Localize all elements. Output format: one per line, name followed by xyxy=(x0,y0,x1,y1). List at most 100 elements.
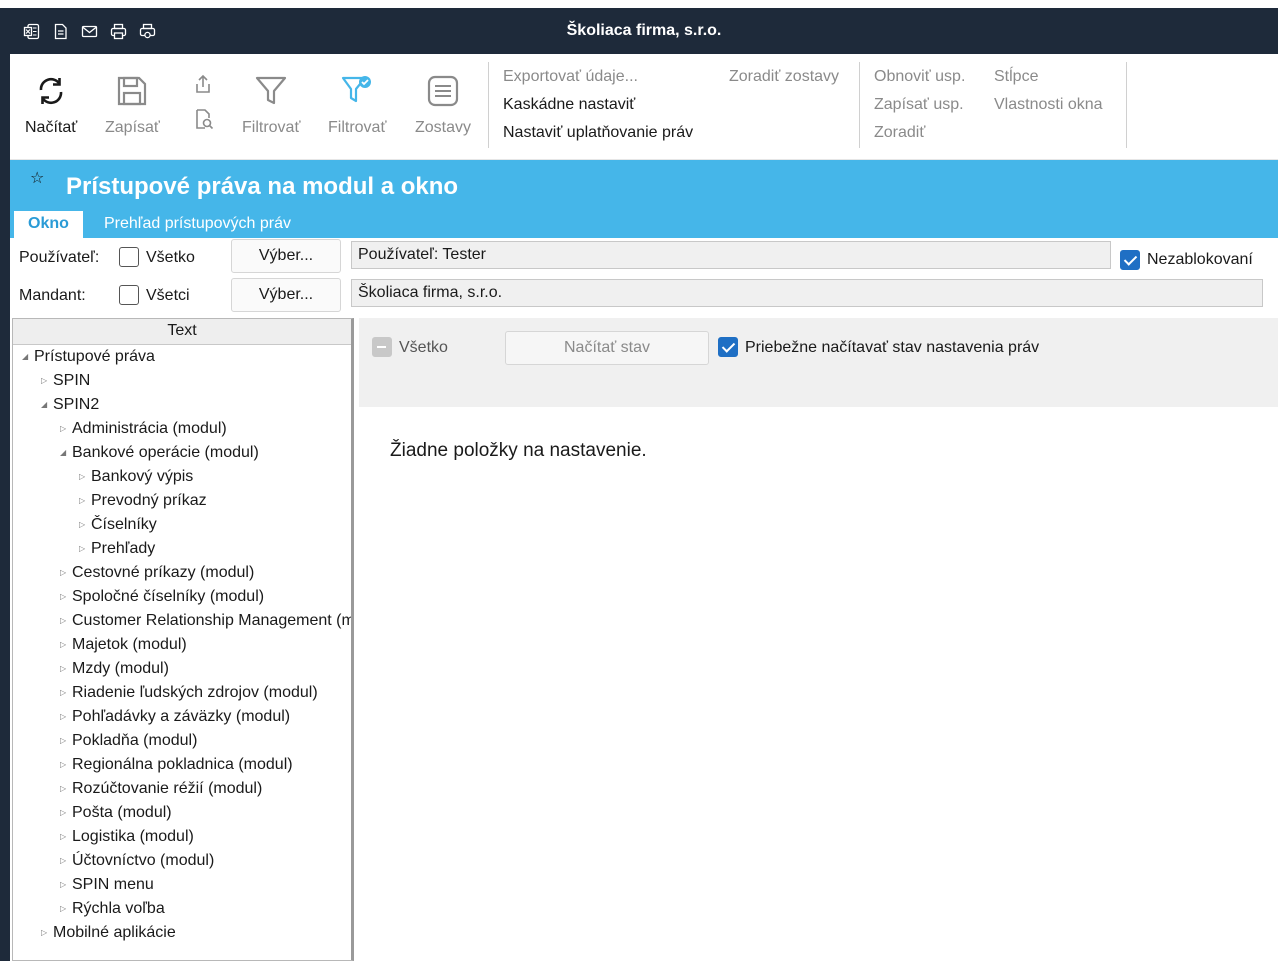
continuous-load-label: Priebežne načítavať stav nastavenia práv xyxy=(745,339,1040,356)
user-select-button[interactable]: Výber... xyxy=(231,239,341,273)
tree-item[interactable]: ▷ SPIN menu xyxy=(60,876,154,894)
save-layout-link[interactable]: Zapísať usp. xyxy=(874,96,964,114)
export-data-link[interactable]: Exportovať údaje... xyxy=(503,68,638,86)
tree-item-label: Customer Relationship Management (modul) xyxy=(72,612,354,629)
set-rights-application-link[interactable]: Nastaviť uplatňovanie práv xyxy=(503,124,693,142)
ribbon-toolbar: Načítať Zapísať Filtrovať Filtrovať Zost… xyxy=(10,54,1278,160)
tree-item[interactable]: ▷ Rýchla voľba xyxy=(60,900,165,918)
load-button[interactable]: Načítať xyxy=(25,74,77,137)
tree-item[interactable]: ▷ Prevodný príkaz xyxy=(79,492,207,510)
reports-button[interactable]: Zostavy xyxy=(415,74,471,137)
user-all-checkbox[interactable] xyxy=(119,247,139,267)
continuous-load-checkbox[interactable] xyxy=(718,337,738,357)
ribbon-separator xyxy=(488,62,489,148)
collapsed-arrow-icon[interactable]: ▷ xyxy=(60,640,72,649)
tree-item[interactable]: ▷ Majetok (modul) xyxy=(60,636,187,654)
save-button[interactable]: Zapísať xyxy=(105,74,160,137)
user-field[interactable]: Používateľ: Tester xyxy=(351,241,1111,269)
tree-item-label: Logistika (modul) xyxy=(72,828,194,845)
tree-item[interactable]: ◢ SPIN2 xyxy=(41,396,99,414)
mandant-all-checkbox[interactable] xyxy=(119,285,139,305)
cascade-set-link[interactable]: Kaskádne nastaviť xyxy=(503,96,635,114)
expanded-arrow-icon[interactable]: ◢ xyxy=(60,448,72,457)
sort-reports-link[interactable]: Zoradiť zostavy xyxy=(729,68,839,86)
collapsed-arrow-icon[interactable]: ▷ xyxy=(60,856,72,865)
sort-link[interactable]: Zoradiť xyxy=(874,124,925,142)
tree-item-label: Rýchla voľba xyxy=(72,900,165,917)
tree-item[interactable]: ▷ Bankový výpis xyxy=(79,468,193,486)
save-icon xyxy=(115,74,149,113)
collapsed-arrow-icon[interactable]: ▷ xyxy=(60,568,72,577)
collapsed-arrow-icon[interactable]: ▷ xyxy=(60,784,72,793)
mandant-select-button[interactable]: Výber... xyxy=(231,278,341,312)
tree-item[interactable]: ▷ Administrácia (modul) xyxy=(60,420,227,438)
tree-item[interactable]: ▷ Riadenie ľudských zdrojov (modul) xyxy=(60,684,318,702)
collapsed-arrow-icon[interactable]: ▷ xyxy=(41,376,53,385)
collapsed-arrow-icon[interactable]: ▷ xyxy=(60,808,72,817)
tree-item[interactable]: ▷ Pohľadávky a záväzky (modul) xyxy=(60,708,290,726)
tree-item[interactable]: ▷ Spoločné číselníky (modul) xyxy=(60,588,264,606)
collapsed-arrow-icon[interactable]: ▷ xyxy=(60,736,72,745)
tree-item[interactable]: ▷ Cestovné príkazy (modul) xyxy=(60,564,254,582)
expanded-arrow-icon[interactable]: ◢ xyxy=(22,352,34,361)
collapsed-arrow-icon[interactable]: ▷ xyxy=(60,664,72,673)
window-properties-link[interactable]: Vlastnosti okna xyxy=(994,96,1103,114)
collapsed-arrow-icon[interactable]: ▷ xyxy=(79,520,91,529)
tree-column-header[interactable]: Text xyxy=(13,319,351,345)
tree-item[interactable]: ▷ SPIN xyxy=(41,372,90,390)
collapsed-arrow-icon[interactable]: ▷ xyxy=(60,592,72,601)
filter-button-label: Filtrovať xyxy=(242,119,301,136)
tree-item-label: Spoločné číselníky (modul) xyxy=(72,588,265,605)
not-blocked-checkbox[interactable] xyxy=(1120,250,1140,270)
tree-item[interactable]: ▷ Logistika (modul) xyxy=(60,828,194,846)
tab-okno[interactable]: Okno xyxy=(14,211,83,238)
collapsed-arrow-icon[interactable]: ▷ xyxy=(60,712,72,721)
collapsed-arrow-icon[interactable]: ▷ xyxy=(79,544,91,553)
filter-active-icon xyxy=(340,74,374,113)
find-document-button[interactable] xyxy=(194,108,214,135)
columns-link[interactable]: Stĺpce xyxy=(994,68,1038,86)
collapsed-arrow-icon[interactable]: ▷ xyxy=(41,928,53,937)
share-button[interactable] xyxy=(194,74,212,99)
tree-item[interactable]: ▷ Pošta (modul) xyxy=(60,804,172,822)
all-label: Všetko xyxy=(399,339,448,356)
tree-item[interactable]: ◢ Prístupové práva xyxy=(22,348,155,366)
save-button-label: Zapísať xyxy=(105,119,160,136)
collapsed-arrow-icon[interactable]: ▷ xyxy=(60,424,72,433)
mandant-label: Mandant: xyxy=(19,287,86,304)
tree-item[interactable]: ▷ Pokladňa (modul) xyxy=(60,732,197,750)
collapsed-arrow-icon[interactable]: ▷ xyxy=(79,472,91,481)
collapsed-arrow-icon[interactable]: ▷ xyxy=(60,904,72,913)
tab-access-overview[interactable]: Prehľad prístupových práv xyxy=(90,211,305,238)
collapsed-arrow-icon[interactable]: ▷ xyxy=(60,616,72,625)
filter-bar: Používateľ: Všetko Výber... Používateľ: … xyxy=(10,238,1278,316)
filter-icon xyxy=(254,74,288,113)
tree-item[interactable]: ◢ Bankové operácie (modul) xyxy=(60,444,259,462)
tree-item[interactable]: ▷ Prehľady xyxy=(79,540,155,558)
tree-item[interactable]: ▷ Mzdy (modul) xyxy=(60,660,169,678)
load-button-label: Načítať xyxy=(25,119,78,136)
tree-item[interactable]: ▷ Číselníky xyxy=(79,516,157,534)
collapsed-arrow-icon[interactable]: ▷ xyxy=(60,688,72,697)
tree-item[interactable]: ▷ Regionálna pokladnica (modul) xyxy=(60,756,293,774)
collapsed-arrow-icon[interactable]: ▷ xyxy=(60,760,72,769)
restore-layout-link[interactable]: Obnoviť usp. xyxy=(874,68,965,86)
tree-item[interactable]: ▷ Mobilné aplikácie xyxy=(41,924,176,942)
collapsed-arrow-icon[interactable]: ▷ xyxy=(60,880,72,889)
load-state-button[interactable]: Načítať stav xyxy=(505,331,709,365)
tree-item[interactable]: ▷ Účtovníctvo (modul) xyxy=(60,852,214,870)
collapsed-arrow-icon[interactable]: ▷ xyxy=(79,496,91,505)
all-checkbox[interactable] xyxy=(372,337,392,357)
tree-item-label: Číselníky xyxy=(91,516,157,533)
mandant-field[interactable]: Školiaca firma, s.r.o. xyxy=(351,279,1263,307)
filter-button[interactable]: Filtrovať xyxy=(242,74,300,137)
favorite-star-icon[interactable]: ☆ xyxy=(30,168,44,188)
find-document-icon xyxy=(194,108,214,135)
tree-item[interactable]: ▷Customer Relationship Management (modul… xyxy=(60,612,354,630)
tree-item-label: Bankové operácie (modul) xyxy=(72,444,259,461)
collapsed-arrow-icon[interactable]: ▷ xyxy=(60,832,72,841)
tree-item[interactable]: ▷ Rozúčtovanie réžií (modul) xyxy=(60,780,262,798)
filter-active-button[interactable]: Filtrovať xyxy=(328,74,386,137)
expanded-arrow-icon[interactable]: ◢ xyxy=(41,400,53,409)
tree-item-label: Prevodný príkaz xyxy=(91,492,207,509)
